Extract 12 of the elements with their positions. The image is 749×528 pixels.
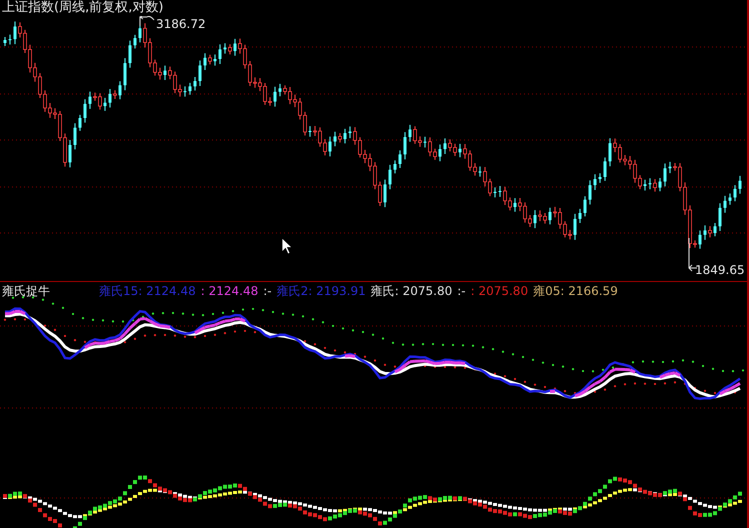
low-price-label: 1849.65 bbox=[695, 263, 745, 277]
legend-value: 雍氏2: 2193.91 bbox=[276, 283, 366, 299]
legend-value: :- bbox=[457, 283, 466, 299]
high-price-label: 3186.72 bbox=[156, 17, 206, 31]
legend-value: : 2124.48 bbox=[200, 283, 258, 299]
legend-value: :- bbox=[263, 283, 272, 299]
legend-value: 雍05: 2166.59 bbox=[533, 283, 618, 299]
legend-value: : 2075.80 bbox=[470, 283, 528, 299]
indicator-name: 雍氏捉牛 bbox=[2, 283, 50, 299]
legend-value: 雍氏: 2075.80 bbox=[370, 283, 452, 299]
legend-value: 雍氏15: 2124.48 bbox=[99, 283, 196, 299]
chart-title: 上证指数(周线,前复权,对数) bbox=[2, 0, 164, 16]
